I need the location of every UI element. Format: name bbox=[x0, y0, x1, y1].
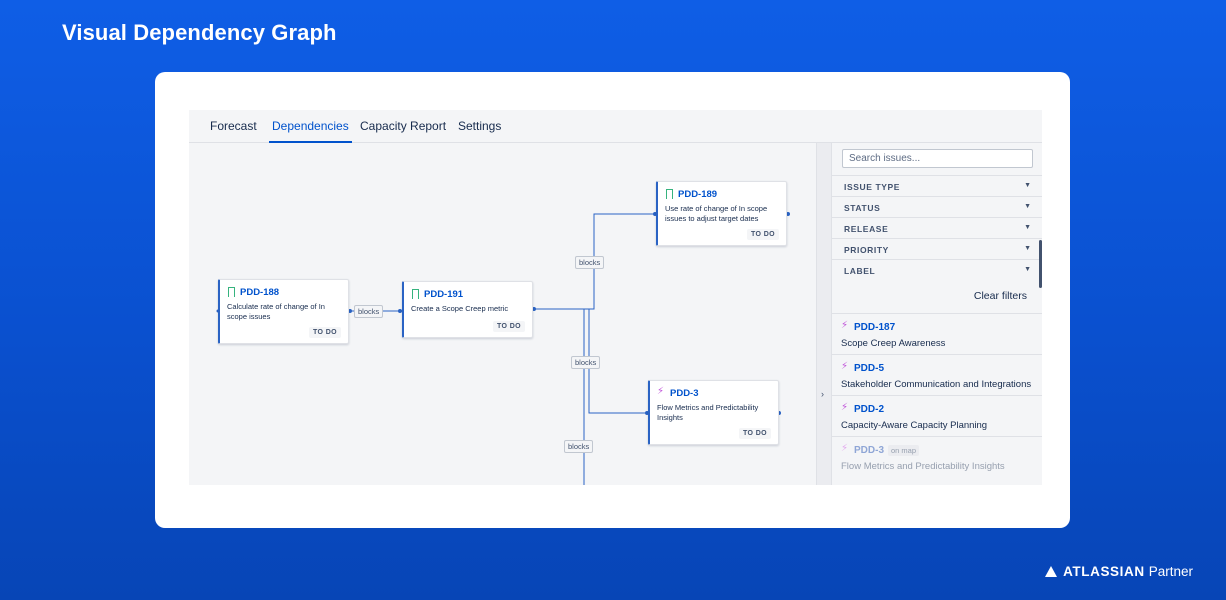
lightning-icon: ⚡︎ bbox=[841, 361, 849, 372]
edge-191-down bbox=[534, 308, 585, 485]
filter-issue-type[interactable]: ISSUE TYPE ▼ bbox=[832, 175, 1042, 196]
lightning-icon: ⚡︎ bbox=[657, 386, 665, 397]
partner-label: Partner bbox=[1148, 564, 1193, 579]
lightning-icon: ⚡︎ bbox=[841, 320, 849, 331]
dependency-graph-canvas[interactable]: blocks blocks blocks blocks PDD-188 Calc… bbox=[189, 143, 816, 485]
tab-capacity-report[interactable]: Capacity Report bbox=[360, 119, 446, 141]
filter-status[interactable]: STATUS ▼ bbox=[832, 196, 1042, 217]
issue-key: PDD-2 bbox=[854, 404, 885, 415]
filter-label: ISSUE TYPE bbox=[844, 182, 901, 192]
filter-priority[interactable]: PRIORITY ▼ bbox=[832, 238, 1042, 259]
issue-list: ⚡︎ PDD-187 Scope Creep Awareness ⚡︎ PDD-… bbox=[832, 313, 1042, 477]
lightning-icon: ⚡︎ bbox=[841, 402, 849, 413]
bookmark-icon bbox=[228, 287, 235, 300]
tab-bar: Forecast Dependencies Capacity Report Se… bbox=[189, 110, 1042, 143]
search-input[interactable] bbox=[842, 149, 1033, 168]
filter-label: PRIORITY bbox=[844, 245, 889, 255]
issue-key: PDD-3 bbox=[854, 445, 885, 456]
page-title: Visual Dependency Graph bbox=[62, 20, 337, 45]
node-key: PDD-191 bbox=[424, 289, 464, 300]
tab-forecast[interactable]: Forecast bbox=[210, 119, 257, 141]
node-summary: Calculate rate of change of In scope iss… bbox=[227, 302, 325, 321]
node-key: PDD-188 bbox=[240, 287, 280, 298]
atlassian-partner-logo: ATLASSIAN Partner bbox=[1045, 564, 1193, 579]
on-map-badge: on map bbox=[888, 445, 920, 456]
clear-filters-button[interactable]: Clear filters bbox=[974, 290, 1027, 302]
scrollbar-thumb[interactable] bbox=[1039, 240, 1042, 288]
caret-down-icon: ▼ bbox=[1024, 266, 1031, 273]
status-badge: TO DO bbox=[738, 428, 771, 439]
caret-down-icon: ▼ bbox=[1024, 182, 1031, 189]
bookmark-icon bbox=[412, 289, 419, 302]
tab-settings[interactable]: Settings bbox=[458, 119, 501, 141]
atlassian-logo-icon bbox=[1045, 566, 1058, 577]
caret-down-icon: ▼ bbox=[1024, 245, 1031, 252]
graph-node[interactable]: PDD-189 Use rate of change of In scope i… bbox=[656, 181, 787, 246]
bookmark-icon bbox=[666, 189, 673, 202]
edge-label: blocks bbox=[571, 356, 601, 369]
node-summary: Use rate of change of In scope issues to… bbox=[665, 204, 768, 223]
issues-panel: ISSUE TYPE ▼ STATUS ▼ RELEASE ▼ PRIORITY… bbox=[832, 143, 1042, 485]
graph-node[interactable]: PDD-191 Create a Scope Creep metric TO D… bbox=[402, 281, 533, 338]
list-item[interactable]: ⚡︎ PDD-2 Capacity-Aware Capacity Plannin… bbox=[832, 395, 1042, 436]
filter-label: LABEL bbox=[844, 266, 876, 276]
graph-node[interactable]: PDD-188 Calculate rate of change of In s… bbox=[218, 279, 349, 344]
filter-label[interactable]: LABEL ▼ bbox=[832, 259, 1042, 280]
graph-node[interactable]: ⚡︎ PDD-3 Flow Metrics and Predictability… bbox=[648, 380, 779, 445]
filter-list: ISSUE TYPE ▼ STATUS ▼ RELEASE ▼ PRIORITY… bbox=[832, 175, 1042, 280]
caret-down-icon: ▼ bbox=[1024, 224, 1031, 231]
issue-key: PDD-187 bbox=[854, 322, 896, 333]
node-key: PDD-189 bbox=[678, 189, 718, 200]
edge-label: blocks bbox=[575, 256, 605, 269]
edge-label: blocks bbox=[354, 305, 384, 318]
list-item[interactable]: ⚡︎ PDD-3 on map Flow Metrics and Predict… bbox=[832, 436, 1042, 477]
issue-title: Flow Metrics and Predictability Insights bbox=[841, 461, 1005, 472]
filter-label: STATUS bbox=[844, 203, 881, 213]
node-summary: Create a Scope Creep metric bbox=[411, 304, 509, 313]
panel-divider[interactable]: › bbox=[816, 143, 832, 485]
filter-release[interactable]: RELEASE ▼ bbox=[832, 217, 1042, 238]
issue-key: PDD-5 bbox=[854, 363, 885, 374]
list-item[interactable]: ⚡︎ PDD-187 Scope Creep Awareness bbox=[832, 313, 1042, 354]
edge-label: blocks bbox=[564, 440, 594, 453]
status-badge: TO DO bbox=[308, 327, 341, 338]
app-window: Forecast Dependencies Capacity Report Se… bbox=[189, 110, 1042, 485]
brand-name: ATLASSIAN bbox=[1063, 564, 1145, 579]
list-item[interactable]: ⚡︎ PDD-5 Stakeholder Communication and I… bbox=[832, 354, 1042, 395]
tab-dependencies[interactable]: Dependencies bbox=[269, 119, 352, 143]
node-summary: Flow Metrics and Predictability Insights bbox=[657, 403, 759, 422]
issue-title: Capacity-Aware Capacity Planning bbox=[841, 420, 988, 431]
status-badge: TO DO bbox=[746, 229, 779, 240]
status-badge: TO DO bbox=[492, 321, 525, 332]
chevron-right-icon[interactable]: › bbox=[821, 389, 824, 399]
node-key: PDD-3 bbox=[670, 388, 699, 399]
filter-label: RELEASE bbox=[844, 224, 889, 234]
issue-title: Scope Creep Awareness bbox=[841, 338, 946, 349]
issue-title: Stakeholder Communication and Integratio… bbox=[841, 379, 1032, 390]
caret-down-icon: ▼ bbox=[1024, 203, 1031, 210]
lightning-icon: ⚡︎ bbox=[841, 443, 849, 454]
